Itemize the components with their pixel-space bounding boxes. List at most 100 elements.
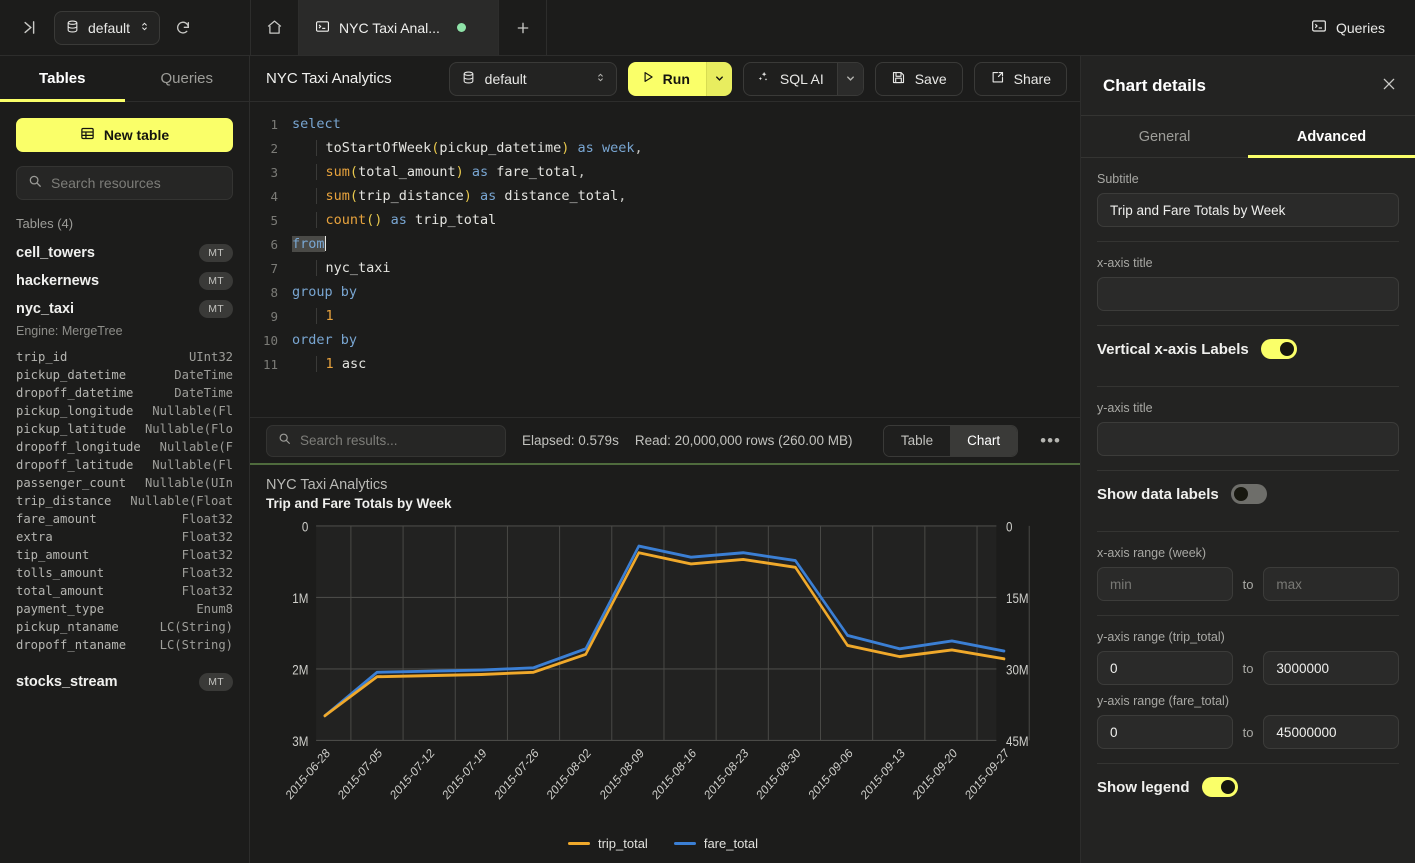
share-button[interactable]: Share: [974, 62, 1067, 96]
show-data-labels-toggle[interactable]: [1231, 484, 1267, 504]
search-resources-box[interactable]: [16, 166, 233, 200]
code-text: toStartOfWeek(pickup_datetime) as week,: [292, 140, 643, 156]
show-legend-row: Show legend: [1097, 764, 1399, 810]
queries-button[interactable]: Queries: [1303, 12, 1393, 43]
sql-ai-button[interactable]: SQL AI: [744, 63, 837, 95]
y-trip-range-max-input[interactable]: [1263, 651, 1399, 685]
vertical-x-labels-toggle[interactable]: [1261, 339, 1297, 359]
y-axis-title-field-group: y-axis title: [1097, 387, 1399, 456]
sidebar-table-hackernews[interactable]: hackernews MT: [16, 267, 233, 295]
search-results-box[interactable]: [266, 425, 506, 457]
code-text: sum(total_amount) as fare_total,: [292, 164, 586, 180]
share-label: Share: [1014, 71, 1051, 87]
sidebar-tab-queries[interactable]: Queries: [125, 56, 250, 101]
run-options-chevron-down-icon[interactable]: [706, 62, 732, 96]
table-grid-icon: [80, 126, 95, 144]
main-area: NYC Taxi Analytics default: [250, 56, 1080, 863]
svg-text:2M: 2M: [292, 663, 308, 678]
show-legend-label: Show legend: [1097, 779, 1190, 796]
column-type: Nullable(Fl: [152, 458, 233, 472]
range-to-label: to: [1243, 661, 1254, 676]
chart-details-tabs: General Advanced: [1081, 116, 1415, 158]
show-data-labels-row: Show data labels: [1097, 471, 1399, 517]
run-button[interactable]: Run: [628, 62, 706, 96]
search-resources-input[interactable]: [51, 175, 221, 191]
column-name: pickup_ntaname: [16, 620, 119, 634]
results-more-options-icon[interactable]: •••: [1034, 431, 1067, 451]
code-text: select: [292, 116, 341, 132]
legend-item-fare-total[interactable]: fare_total: [674, 836, 758, 851]
table-name: stocks_stream: [16, 674, 118, 690]
column-name: passenger_count: [16, 476, 126, 490]
sql-ai-chevron-down-icon[interactable]: [837, 63, 863, 95]
column-name: pickup_longitude: [16, 404, 133, 418]
svg-text:2015-07-19: 2015-07-19: [440, 745, 490, 802]
svg-text:0: 0: [302, 520, 308, 535]
show-legend-toggle[interactable]: [1202, 777, 1238, 797]
view-toggle-chart[interactable]: Chart: [950, 426, 1017, 456]
line-number: 10: [250, 333, 292, 348]
view-toggle-table[interactable]: Table: [884, 426, 950, 456]
sidebar-table-nyc-taxi[interactable]: nyc_taxi MT: [16, 295, 233, 323]
code-line: 10 order by: [250, 328, 1080, 352]
sql-editor[interactable]: 1 select 2 toStartOfWeek(pickup_datetime…: [250, 102, 1080, 417]
legend-item-trip-total[interactable]: trip_total: [568, 836, 648, 851]
show-data-labels-label: Show data labels: [1097, 486, 1219, 503]
collapse-sidebar-icon[interactable]: [18, 15, 44, 41]
tab-nyc-taxi-analytics[interactable]: NYC Taxi Anal...: [299, 0, 499, 55]
column-type: Nullable(Flo: [145, 422, 233, 436]
query-title: NYC Taxi Analytics: [266, 70, 392, 87]
chevron-updown-icon: [595, 71, 606, 87]
search-icon: [28, 174, 42, 193]
editor-database-selector[interactable]: default: [449, 62, 617, 96]
column-row: tolls_amountFloat32: [16, 564, 233, 582]
code-text: sum(trip_distance) as distance_total,: [292, 188, 626, 204]
x-axis-title-input[interactable]: [1097, 277, 1399, 311]
line-number: 3: [250, 165, 292, 180]
home-icon[interactable]: [251, 0, 299, 55]
y-axis-title-input[interactable]: [1097, 422, 1399, 456]
sidebar-table-cell-towers[interactable]: cell_towers MT: [16, 239, 233, 267]
new-table-button[interactable]: New table: [16, 118, 233, 152]
new-tab-button[interactable]: [499, 0, 547, 55]
y-trip-range-min-input[interactable]: [1097, 651, 1233, 685]
close-icon[interactable]: [1381, 76, 1397, 95]
y-fare-range-min-input[interactable]: [1097, 715, 1233, 749]
sidebar-table-stocks-stream[interactable]: stocks_stream MT: [16, 668, 233, 696]
y-fare-range-max-input[interactable]: [1263, 715, 1399, 749]
y-trip-range-label: y-axis range (trip_total): [1097, 630, 1399, 644]
code-text: nyc_taxi: [292, 260, 391, 276]
elapsed-stat: Elapsed: 0.579s: [522, 433, 619, 448]
column-row: pickup_ntanameLC(String): [16, 618, 233, 636]
svg-text:2015-08-16: 2015-08-16: [649, 745, 699, 802]
column-type: Enum8: [196, 602, 233, 616]
chart-plot-area[interactable]: 3M2M1M045M30M15M02015-06-282015-07-05201…: [262, 517, 1064, 832]
column-row: pickup_datetimeDateTime: [16, 366, 233, 384]
column-type: Float32: [182, 530, 233, 544]
tab-advanced[interactable]: Advanced: [1248, 116, 1415, 157]
editor-toolbar: NYC Taxi Analytics default: [250, 56, 1080, 102]
sidebar-tab-tables[interactable]: Tables: [0, 56, 125, 101]
save-button[interactable]: Save: [875, 62, 963, 96]
read-stat: Read: 20,000,000 rows (260.00 MB): [635, 433, 853, 448]
subtitle-input[interactable]: [1097, 193, 1399, 227]
column-row: trip_idUInt32: [16, 348, 233, 366]
run-label: Run: [663, 71, 690, 87]
x-axis-range-max-input[interactable]: [1263, 567, 1399, 601]
refresh-icon[interactable]: [170, 15, 196, 41]
sidebar-resource-list[interactable]: Tables (4) cell_towers MT hackernews MT …: [0, 200, 249, 863]
new-table-label: New table: [104, 127, 169, 143]
terminal-icon: [315, 19, 330, 37]
database-selector[interactable]: default: [54, 11, 160, 45]
column-type: Nullable(UIn: [145, 476, 233, 490]
svg-text:2015-07-12: 2015-07-12: [388, 745, 438, 802]
search-results-input[interactable]: [300, 433, 494, 448]
chart-details-title: Chart details: [1103, 76, 1206, 96]
save-label: Save: [915, 71, 947, 87]
tab-general[interactable]: General: [1081, 116, 1248, 157]
column-row: passenger_count Nullable(UIn: [16, 474, 233, 492]
x-axis-range-min-input[interactable]: [1097, 567, 1233, 601]
column-row: extraFloat32: [16, 528, 233, 546]
vertical-x-labels-label: Vertical x-axis Labels: [1097, 341, 1249, 358]
column-name: total_amount: [16, 584, 104, 598]
